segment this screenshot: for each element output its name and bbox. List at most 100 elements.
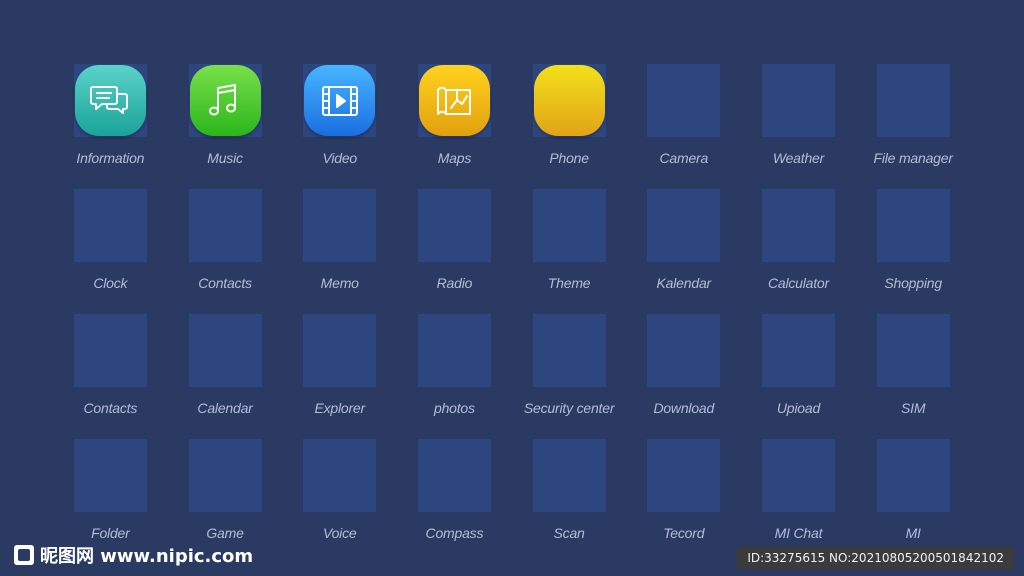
app-tile[interactable] bbox=[417, 439, 491, 512]
app-tile[interactable] bbox=[876, 189, 950, 262]
app-tile[interactable] bbox=[188, 314, 262, 387]
app-tile[interactable] bbox=[73, 189, 147, 262]
app-contacts[interactable]: Contacts bbox=[168, 189, 283, 314]
app-tile[interactable] bbox=[417, 314, 491, 387]
app-tile[interactable] bbox=[532, 189, 606, 262]
app-theme[interactable]: Theme bbox=[512, 189, 627, 314]
app-tile[interactable] bbox=[303, 314, 377, 387]
app-tile[interactable] bbox=[303, 439, 377, 512]
app-tile[interactable] bbox=[876, 64, 950, 137]
app-shopping[interactable]: Shopping bbox=[856, 189, 971, 314]
nipic-logo-icon bbox=[14, 545, 34, 565]
app-file-manager[interactable]: File manager bbox=[856, 64, 971, 189]
phone-blank-icon[interactable] bbox=[533, 65, 605, 136]
app-tecord[interactable]: Tecord bbox=[626, 439, 741, 564]
app-label: Memo bbox=[320, 275, 359, 291]
app-tile[interactable] bbox=[647, 64, 721, 137]
app-label: Game bbox=[206, 525, 244, 541]
app-label: Information bbox=[76, 150, 145, 166]
app-label: Voice bbox=[322, 525, 357, 541]
chat-bubbles-icon[interactable] bbox=[74, 65, 146, 136]
app-label: Kalendar bbox=[656, 275, 712, 291]
app-radio[interactable]: Radio bbox=[397, 189, 512, 314]
app-label: Maps bbox=[437, 150, 472, 166]
app-tile[interactable] bbox=[532, 314, 606, 387]
app-maps[interactable]: Maps bbox=[397, 64, 512, 189]
folded-map-icon[interactable] bbox=[418, 65, 490, 136]
app-label: Shopping bbox=[884, 275, 942, 291]
app-tile[interactable] bbox=[417, 64, 491, 137]
app-label: SIM bbox=[901, 400, 926, 416]
app-tile[interactable] bbox=[647, 189, 721, 262]
app-tile[interactable] bbox=[303, 64, 377, 137]
app-calculator[interactable]: Calculator bbox=[741, 189, 856, 314]
app-label: File manager bbox=[873, 150, 954, 166]
nipic-watermark: 昵图网 www.nipic.com bbox=[14, 542, 253, 568]
app-compass[interactable]: Compass bbox=[397, 439, 512, 564]
app-download[interactable]: Download bbox=[626, 314, 741, 439]
app-scan[interactable]: Scan bbox=[512, 439, 627, 564]
app-tile[interactable] bbox=[73, 439, 147, 512]
app-clock[interactable]: Clock bbox=[53, 189, 168, 314]
app-tile[interactable] bbox=[532, 64, 606, 137]
app-label: Clock bbox=[93, 275, 128, 291]
app-label: MI bbox=[905, 525, 921, 541]
app-photos[interactable]: photos bbox=[397, 314, 512, 439]
app-tile[interactable] bbox=[876, 439, 950, 512]
app-label: Upioad bbox=[776, 400, 821, 416]
app-tile[interactable] bbox=[188, 439, 262, 512]
app-voice[interactable]: Voice bbox=[282, 439, 397, 564]
watermark-site-text: 昵图网 www.nipic.com bbox=[40, 546, 254, 567]
app-label: Music bbox=[207, 150, 243, 166]
app-label: Radio bbox=[436, 275, 473, 291]
app-tile[interactable] bbox=[532, 439, 606, 512]
music-note-icon[interactable] bbox=[189, 65, 261, 136]
app-information[interactable]: Information bbox=[53, 64, 168, 189]
app-label: Explorer bbox=[314, 400, 365, 416]
app-memo[interactable]: Memo bbox=[282, 189, 397, 314]
app-tile[interactable] bbox=[188, 189, 262, 262]
app-phone[interactable]: Phone bbox=[512, 64, 627, 189]
app-label: Contacts bbox=[198, 275, 252, 291]
app-weather[interactable]: Weather bbox=[741, 64, 856, 189]
app-label: Calendar bbox=[197, 400, 253, 416]
app-label: Camera bbox=[659, 150, 709, 166]
app-tile[interactable] bbox=[417, 189, 491, 262]
app-tile[interactable] bbox=[73, 64, 147, 137]
app-tile[interactable] bbox=[761, 314, 835, 387]
app-grid: Information Music Video Maps Phone Camera Weat… bbox=[53, 64, 971, 564]
app-tile[interactable] bbox=[761, 64, 835, 137]
app-music[interactable]: Music bbox=[168, 64, 283, 189]
app-explorer[interactable]: Explorer bbox=[282, 314, 397, 439]
app-contacts[interactable]: Contacts bbox=[53, 314, 168, 439]
app-label: MI Chat bbox=[774, 525, 823, 541]
app-label: Calculator bbox=[767, 275, 829, 291]
app-kalendar[interactable]: Kalendar bbox=[626, 189, 741, 314]
app-label: Download bbox=[653, 400, 715, 416]
app-label: Folder bbox=[91, 525, 130, 541]
app-tile[interactable] bbox=[303, 189, 377, 262]
app-label: Video bbox=[322, 150, 357, 166]
app-tile[interactable] bbox=[647, 439, 721, 512]
app-video[interactable]: Video bbox=[282, 64, 397, 189]
app-sim[interactable]: SIM bbox=[856, 314, 971, 439]
app-tile[interactable] bbox=[761, 189, 835, 262]
app-security-center[interactable]: Security center bbox=[512, 314, 627, 439]
app-label: Tecord bbox=[663, 525, 705, 541]
app-tile[interactable] bbox=[761, 439, 835, 512]
app-label: Compass bbox=[425, 525, 484, 541]
app-tile[interactable] bbox=[188, 64, 262, 137]
app-tile[interactable] bbox=[647, 314, 721, 387]
app-mi-chat[interactable]: MI Chat bbox=[741, 439, 856, 564]
app-upioad[interactable]: Upioad bbox=[741, 314, 856, 439]
app-label: Contacts bbox=[83, 400, 138, 416]
app-label: photos bbox=[433, 400, 475, 416]
app-camera[interactable]: Camera bbox=[626, 64, 741, 189]
film-play-icon[interactable] bbox=[304, 65, 376, 136]
app-tile[interactable] bbox=[73, 314, 147, 387]
image-id-bar: ID:33275615 NO:20210805200501842102 bbox=[737, 547, 1014, 569]
app-label: Security center bbox=[523, 400, 615, 416]
app-calendar[interactable]: Calendar bbox=[168, 314, 283, 439]
app-mi[interactable]: MI bbox=[856, 439, 971, 564]
app-tile[interactable] bbox=[876, 314, 950, 387]
